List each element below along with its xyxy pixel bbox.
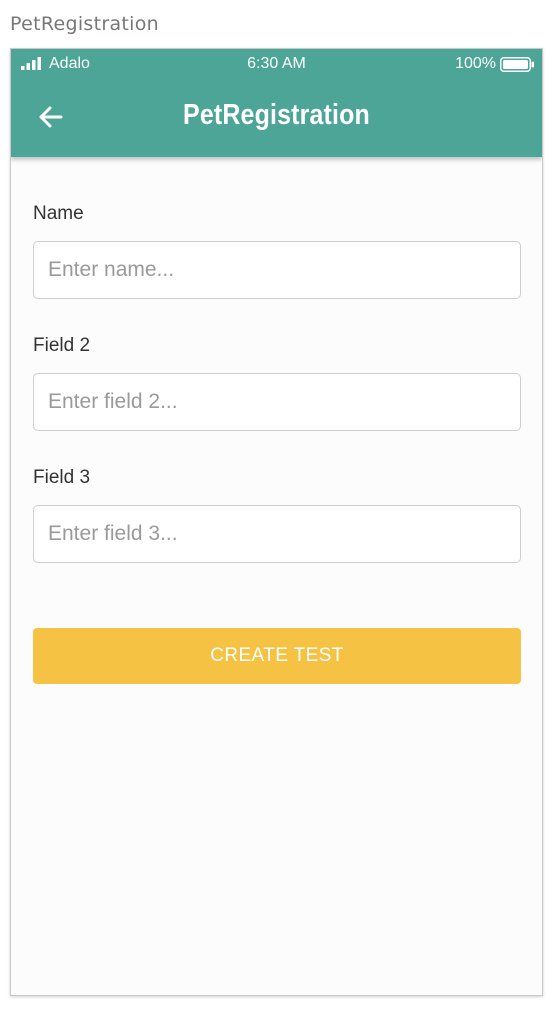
name-input[interactable]: [33, 241, 521, 299]
screen-label: PetRegistration: [10, 13, 159, 35]
field-3-input[interactable]: [33, 505, 521, 563]
field-2-input[interactable]: [33, 373, 521, 431]
device-frame: Adalo 6:30 AM 100% PetRegistration Name …: [10, 48, 543, 996]
battery-percentage: 100%: [455, 55, 496, 72]
app-header: Adalo 6:30 AM 100% PetRegistration: [11, 49, 542, 157]
name-label: Name: [33, 203, 84, 224]
create-test-button[interactable]: CREATE TEST: [33, 628, 521, 684]
battery-icon: [500, 57, 534, 72]
page-title: PetRegistration: [183, 99, 370, 131]
field-3-label: Field 3: [33, 467, 91, 488]
status-bar: Adalo 6:30 AM 100%: [11, 49, 542, 79]
field-2-label: Field 2: [33, 335, 91, 356]
